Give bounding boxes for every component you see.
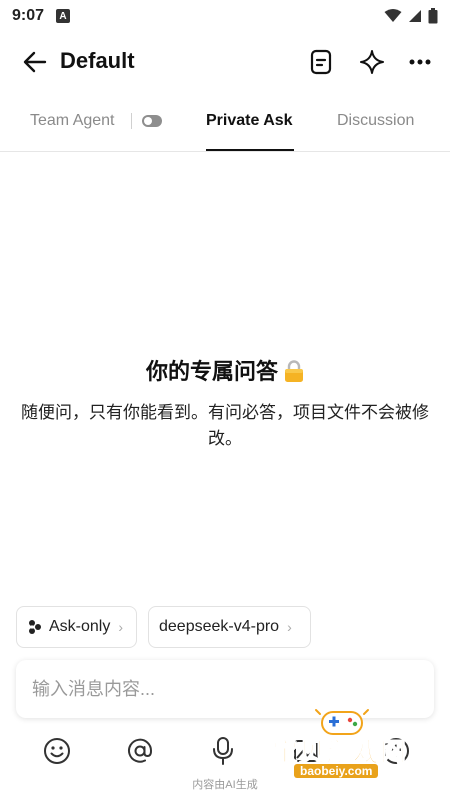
hero-title: 你的专属问答 [0,354,450,386]
app-notification-icon: A [56,9,71,23]
image-icon [294,740,318,762]
send-button[interactable] [379,734,413,768]
mode-label: Ask-only [49,618,111,635]
team-agent-toggle[interactable] [142,115,162,127]
toggle-knob [144,117,152,125]
tab-bar: Team Agent Private Ask Discussion [0,96,450,152]
chevron-right-icon: › [118,619,124,635]
microphone-icon [213,737,233,765]
image-button[interactable] [289,734,323,768]
emoji-button[interactable] [40,734,74,768]
app-header: Default [0,36,450,88]
mode-selector-chip[interactable]: Ask-only › [16,606,137,648]
active-tab-indicator [206,149,294,151]
status-bar: 9:07 A [0,0,450,32]
status-icons [384,8,438,24]
voice-input-button[interactable] [206,734,240,768]
more-options-button[interactable] [404,46,436,78]
lock-icon [284,360,304,382]
chevron-right-icon: › [287,619,292,635]
back-button[interactable] [20,48,50,76]
ai-generated-note: 内容由AI生成 [192,779,258,791]
status-time: 9:07 [12,7,45,24]
tab-divider [131,113,132,129]
emoji-icon [44,738,70,764]
send-icon [383,738,409,764]
page-title: Default [60,48,135,73]
back-arrow-icon [23,51,47,73]
sparkle-icon [360,50,384,74]
hero-subtitle: 随便问，只有你能看到。有问必答，项目文件不会被修改。 [21,403,429,448]
model-label: deepseek-v4-pro [159,618,280,635]
tab-discussion[interactable]: Discussion [337,112,414,130]
tab-private-ask[interactable]: Private Ask [206,112,293,130]
message-input-container [16,660,434,718]
ask-mode-icon [29,620,41,634]
mention-icon [128,738,153,763]
tab-team-agent[interactable]: Team Agent [30,112,115,130]
more-icon [409,59,431,65]
battery-icon [428,8,438,24]
mention-button[interactable] [123,734,157,768]
hero-title-text: 你的专属问答 [145,359,278,384]
document-button[interactable] [305,46,337,78]
ai-sparkle-button[interactable] [356,46,388,78]
document-icon [310,49,332,75]
wifi-icon [384,9,402,22]
model-selector-chip[interactable]: deepseek-v4-pro › [148,606,311,648]
signal-icon [409,10,421,22]
message-input[interactable] [32,678,412,700]
